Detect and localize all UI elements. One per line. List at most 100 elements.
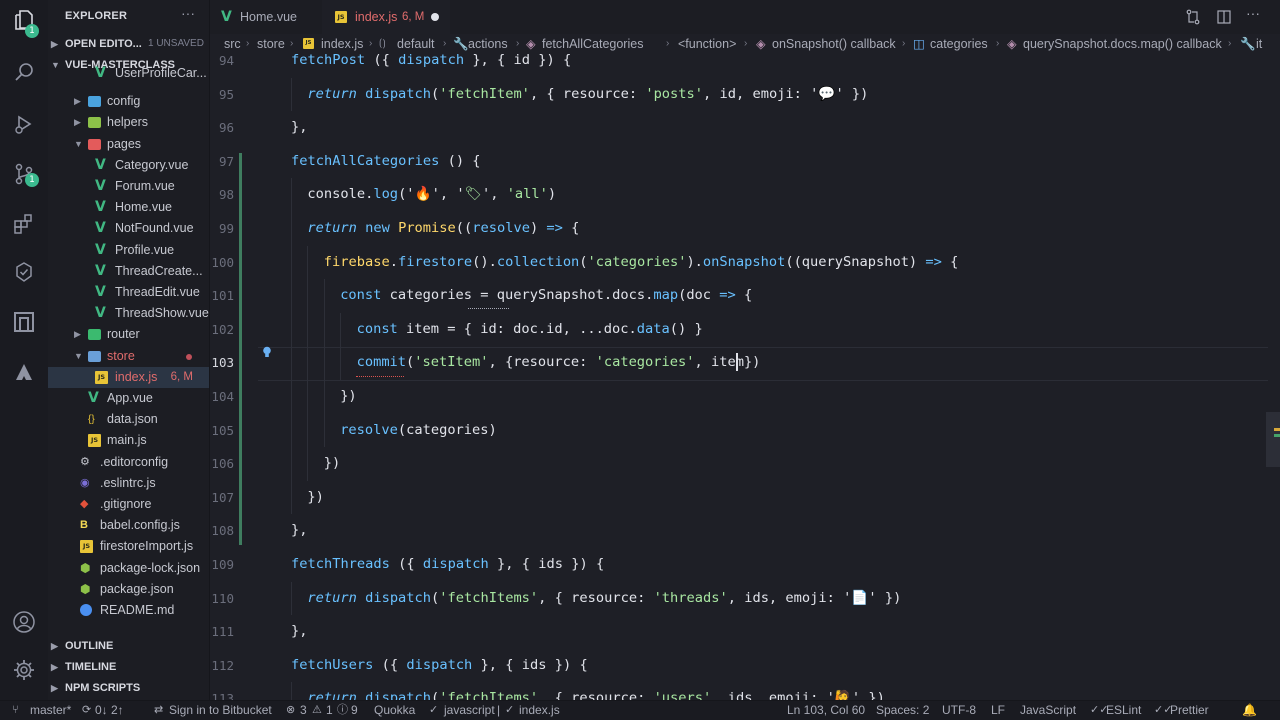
breadcrumb-item[interactable]: <function> [678, 34, 736, 54]
tree-item[interactable]: ◉ .eslintrc.js [48, 473, 209, 494]
outline-section[interactable]: ▶ OUTLINE [48, 636, 209, 656]
tree-item[interactable]: V ThreadCreate... [48, 261, 209, 282]
search-icon[interactable] [12, 60, 36, 84]
lightbulb-icon[interactable] [260, 345, 274, 359]
chevron-down-icon[interactable]: ▼ [74, 346, 83, 367]
tree-item-label: babel.config.js [100, 518, 180, 533]
language-path[interactable]: javascript [444, 701, 495, 720]
git-branch[interactable]: master* [30, 701, 71, 720]
breadcrumb-item[interactable]: src [224, 34, 241, 54]
chevron-right-icon[interactable]: ▶ [74, 112, 81, 133]
tab-home-vue[interactable]: V Home.vue [210, 0, 322, 34]
npm-scripts-section[interactable]: ▶ NPM SCRIPTS [48, 678, 209, 698]
chevron-right-icon[interactable]: ▶ [74, 324, 81, 345]
timeline-section[interactable]: ▶ TIMELINE [48, 657, 209, 677]
tree-item[interactable]: V ThreadShow.vue [48, 303, 209, 324]
folder-open-icon [88, 138, 101, 150]
gitlens-icon[interactable] [12, 360, 36, 384]
compare-changes-icon[interactable] [1185, 9, 1201, 25]
language-mode[interactable]: JavaScript [1020, 701, 1076, 720]
code-editor[interactable]: 94 fetchPost ({ dispatch }, { id }) {95 re… [210, 54, 1280, 700]
tree-item[interactable]: V ThreadEdit.vue [48, 282, 209, 303]
folder-icon [88, 117, 101, 129]
breadcrumb-item[interactable]: it [1256, 34, 1262, 54]
tree-item[interactable]: JS main.js [48, 430, 209, 451]
breadcrumb-item[interactable]: fetchAllCategories [542, 34, 643, 54]
breadcrumb-item[interactable]: onSnapshot() callback [772, 34, 896, 54]
open-editors-section[interactable]: ▶ OPEN EDITO... 1 UNSAVED [48, 34, 209, 54]
breadcrumb-item[interactable]: default [397, 34, 435, 54]
breadcrumb-item[interactable]: index.js [321, 34, 363, 54]
warning-count[interactable]: 1 [326, 701, 333, 720]
line-number: 100 [211, 254, 234, 270]
tree-item[interactable]: ▶ config [48, 91, 209, 112]
git-sync-status[interactable]: 0↓ 2↑ [95, 701, 124, 720]
tree-item[interactable]: ⬢ package-lock.json [48, 558, 209, 579]
run-debug-icon[interactable] [12, 112, 36, 136]
tree-item[interactable]: V Profile.vue [48, 240, 209, 261]
breadcrumb-item[interactable]: querySnapshot.docs.map() callback [1023, 34, 1222, 54]
tree-item[interactable]: Bbabel.config.js [48, 515, 209, 536]
tree-item[interactable]: V UserProfileCar... [48, 63, 209, 80]
vue-file-icon: V [95, 305, 106, 322]
tree-item[interactable]: V Forum.vue [48, 176, 209, 197]
tree-item[interactable]: V App.vue [48, 388, 209, 409]
cursor-position[interactable]: Ln 103, Col 60 [787, 701, 865, 720]
remote-explorer-icon[interactable] [12, 310, 36, 334]
babel-file-icon: B [80, 519, 88, 532]
scrollbar-thumb[interactable] [1266, 412, 1280, 467]
testing-icon[interactable] [12, 260, 36, 284]
tree-item[interactable]: V Home.vue [48, 197, 209, 218]
more-actions-icon[interactable]: ··· [181, 5, 195, 21]
account-icon[interactable] [12, 610, 36, 634]
git-file-icon: ◆ [80, 498, 89, 510]
vue-file-icon: V [95, 220, 106, 237]
eslint-status[interactable]: ESLint [1106, 701, 1141, 720]
end-of-line[interactable]: LF [991, 701, 1005, 720]
settings-gear-icon[interactable] [12, 658, 36, 682]
tree-item-label: ThreadCreate... [115, 263, 203, 278]
breadcrumb-item[interactable]: categories [930, 34, 988, 54]
tree-item[interactable]: ⬢ package.json [48, 579, 209, 600]
extensions-icon[interactable] [12, 212, 36, 236]
error-count[interactable]: 3 [300, 701, 307, 720]
split-editor-icon[interactable] [1216, 9, 1232, 25]
tree-item[interactable]: README.md [48, 600, 209, 621]
encoding[interactable]: UTF-8 [942, 701, 976, 720]
tree-item-label: Forum.vue [115, 179, 175, 193]
tree-item[interactable]: JS index.js 6, M [48, 366, 209, 388]
js-file-icon: JS [88, 434, 101, 448]
tree-item[interactable]: ▶ router [48, 324, 209, 345]
chevron-right-icon: › [1228, 38, 1232, 49]
quokka-status[interactable]: Quokka [374, 701, 415, 720]
tree-item[interactable]: ▶ helpers [48, 112, 209, 133]
prettier-status[interactable]: Prettier [1170, 701, 1209, 720]
more-editor-actions-icon[interactable]: ··· [1246, 5, 1262, 21]
chevron-right-icon: › [369, 38, 373, 49]
breadcrumb-item[interactable]: store [257, 34, 285, 54]
chevron-down-icon[interactable]: ▼ [74, 134, 83, 155]
bitbucket-signin[interactable]: Sign in to Bitbucket [169, 701, 272, 720]
warning-icon: ⚠ [312, 704, 322, 716]
tree-item-label: Category.vue [115, 157, 189, 172]
indentation[interactable]: Spaces: 2 [876, 701, 929, 720]
tree-item[interactable]: V NotFound.vue [48, 218, 209, 239]
breadcrumb-item[interactable]: actions [468, 34, 508, 54]
tree-item[interactable]: JS firestoreImport.js [48, 536, 209, 557]
file-path[interactable]: index.js [519, 701, 560, 720]
tree-item[interactable]: ◆ .gitignore [48, 494, 209, 515]
tree-item-label: ThreadShow.vue [115, 306, 209, 321]
chevron-right-icon[interactable]: ▶ [74, 91, 81, 112]
code-line: fetchPost ({ dispatch }, { id }) { [291, 54, 572, 68]
tree-item[interactable]: {} data.json [48, 409, 209, 430]
tree-item[interactable]: V Category.vue [48, 155, 209, 176]
tab-index-js[interactable]: JS index.js 6, M [322, 0, 450, 34]
tree-item[interactable]: ▼ store [48, 346, 209, 367]
tree-item[interactable]: ⚙ .editorconfig [48, 452, 209, 473]
tree-item[interactable]: ▼ pages [48, 134, 209, 155]
tree-item-label: main.js [107, 433, 147, 448]
notifications-bell-icon[interactable]: 🔔 [1242, 701, 1257, 720]
info-count[interactable]: 9 [351, 701, 358, 720]
deprecated-squiggle [468, 306, 509, 309]
unsaved-dot-icon[interactable] [431, 13, 439, 21]
